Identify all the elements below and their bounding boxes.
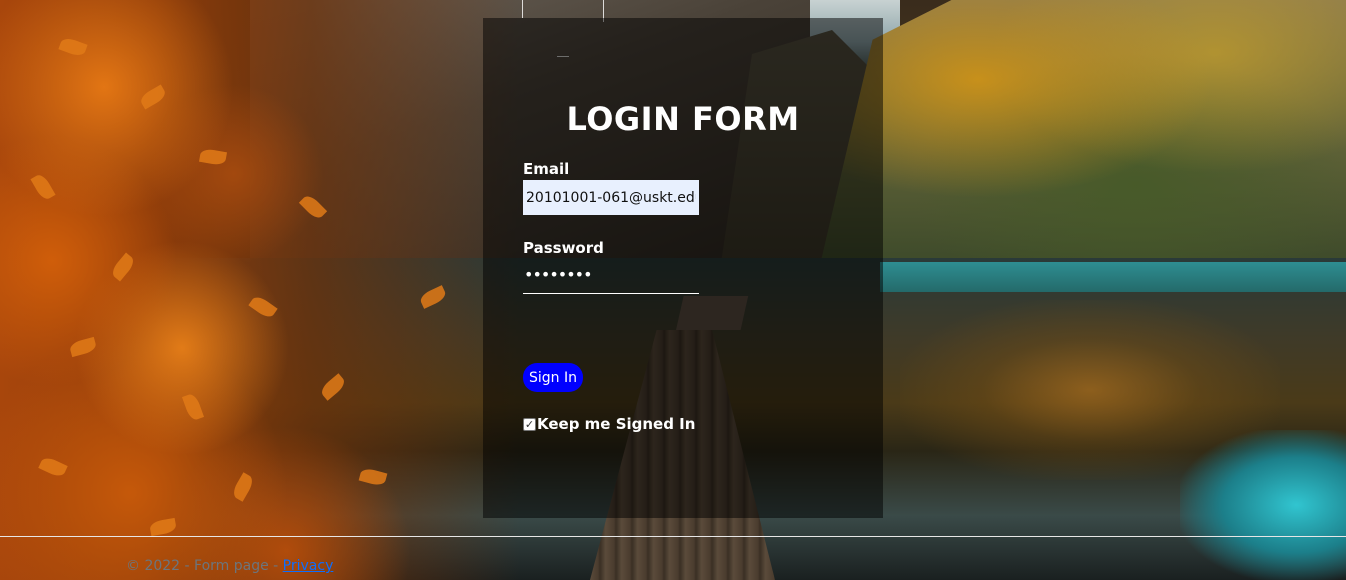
email-field[interactable] (523, 180, 699, 215)
lake-teal-band (880, 262, 1346, 292)
right-mountain (820, 0, 1346, 265)
password-label: Password (523, 239, 604, 257)
autumn-foliage (0, 0, 520, 580)
keep-signed-in-row[interactable]: ✓ Keep me Signed In (523, 415, 695, 433)
sign-in-button[interactable]: Sign In (523, 363, 583, 392)
footer-copyright: © 2022 - Form page - (126, 558, 283, 574)
password-field[interactable]: •••••••• (523, 264, 699, 294)
decor-line (522, 0, 523, 18)
keep-signed-in-label: Keep me Signed In (537, 415, 696, 433)
footer: © 2022 - Form page - Privacy (126, 558, 333, 574)
lake-shallows (1180, 430, 1346, 580)
footer-divider (0, 536, 1346, 537)
password-masked-value: •••••••• (524, 265, 592, 284)
email-label: Email (523, 160, 570, 178)
keep-signed-in-checkbox[interactable]: ✓ (523, 417, 536, 431)
privacy-link[interactable]: Privacy (283, 558, 334, 574)
form-title: LOGIN FORM (566, 100, 800, 138)
